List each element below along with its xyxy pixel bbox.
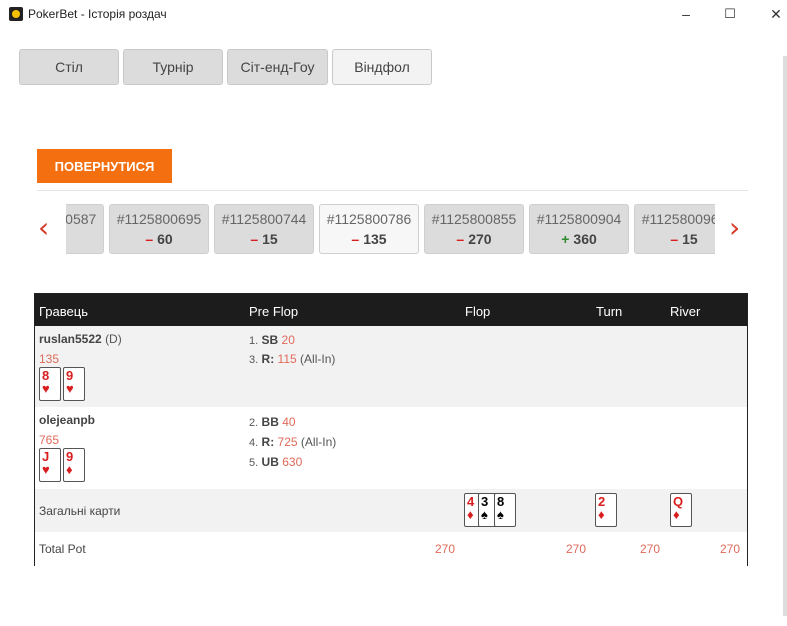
hand-id: #1125800744: [221, 211, 307, 227]
playing-card: 8 ♥: [39, 367, 61, 401]
hand-id: #1125800695: [116, 211, 202, 227]
preflop-action: 2. BB 40: [249, 415, 296, 429]
minimize-button[interactable]: –: [676, 4, 696, 24]
tab-table[interactable]: Стіл: [19, 49, 119, 85]
river-card: Q ♦: [670, 493, 692, 527]
hand-result: –15: [670, 231, 698, 247]
hand-result: +360: [561, 231, 597, 247]
playing-card: 2 ♦: [595, 493, 617, 527]
flop-cards: 4 ♦ 3 ♠ 8 ♠: [464, 493, 516, 527]
window-title: PokerBet - Історія роздач: [28, 7, 167, 21]
preflop-action: 4. R: 725 (All-In): [249, 435, 337, 449]
hand-id: #1125800961: [641, 211, 715, 227]
player-name: ruslan5522 (D): [39, 332, 122, 346]
maximize-button[interactable]: ☐: [720, 4, 740, 24]
hand-id: #1125800904: [536, 211, 622, 227]
close-button[interactable]: ✕: [766, 4, 786, 24]
tab-tournament[interactable]: Турнір: [123, 49, 223, 85]
diamond-suit-icon: ♦: [467, 507, 474, 522]
community-cards-label: Загальні карти: [39, 504, 121, 518]
title-bar: PokerBet - Історія роздач – ☐ ✕: [0, 0, 787, 28]
divider: [37, 190, 748, 191]
preflop-action: 1. SB 20: [249, 333, 295, 347]
spade-suit-icon: ♠: [497, 507, 504, 522]
preflop-action: 3. R: 115 (All-In): [249, 352, 336, 366]
pot-preflop: 270: [435, 542, 456, 556]
hand-id: #1125800587: [66, 211, 97, 227]
hand-carousel: #11258005870 #1125800695 –60 #1125800744 –15…: [66, 204, 715, 254]
game-type-tabs: Стіл Турнір Сіт-енд-Гоу Віндфол: [19, 49, 432, 85]
heart-suit-icon: ♥: [42, 462, 50, 477]
header-flop: Flop: [465, 304, 491, 319]
hole-cards: 8 ♥ 9 ♥: [39, 367, 85, 401]
community-cards-row: Загальні карти 4 ♦ 3 ♠ 8 ♠ 2 ♦ Q ♦: [35, 489, 747, 532]
hand-result: –270: [456, 231, 492, 247]
header-player: Гравець: [39, 304, 88, 319]
playing-card: 9 ♥: [63, 367, 85, 401]
prev-arrow-icon[interactable]: ‹: [38, 214, 49, 242]
tab-windfall[interactable]: Віндфол: [332, 49, 432, 85]
app-logo-icon: [9, 7, 23, 21]
header-river: River: [670, 304, 701, 319]
header-preflop: Pre Flop: [249, 304, 299, 319]
diamond-suit-icon: ♦: [673, 507, 680, 522]
table-header: Гравець Pre Flop Flop Turn River: [35, 294, 747, 326]
player-name: olejeanpb: [39, 413, 96, 427]
spade-suit-icon: ♠: [481, 507, 488, 522]
pot-river: 270: [720, 542, 741, 556]
hand-id: #1125800786: [326, 211, 412, 227]
playing-card: 9 ♦: [63, 448, 85, 482]
hand-card[interactable]: #1125800961 –15: [634, 204, 715, 254]
preflop-action: 5. UB 630: [249, 455, 303, 469]
tab-sit-and-go[interactable]: Сіт-енд-Гоу: [227, 49, 328, 85]
diamond-suit-icon: ♦: [66, 462, 73, 477]
hand-card[interactable]: #1125800855 –270: [424, 204, 524, 254]
total-pot-row: Total Pot 270 270 270 270: [35, 532, 747, 566]
back-button[interactable]: ПОВЕРНУТИСЯ: [37, 149, 172, 183]
hand-result: –135: [351, 231, 387, 247]
hand-history-table: Гравець Pre Flop Flop Turn River ruslan5…: [34, 293, 748, 566]
scrollbar-thumb[interactable]: [783, 56, 787, 616]
playing-card: J ♥: [39, 448, 61, 482]
scrollbar[interactable]: [781, 28, 787, 626]
playing-card: Q ♦: [670, 493, 692, 527]
player-stack: 135: [39, 352, 60, 366]
header-turn: Turn: [596, 304, 623, 319]
heart-suit-icon: ♥: [66, 381, 74, 396]
dealer-badge: (D): [105, 332, 122, 346]
hand-result: –60: [145, 231, 173, 247]
hand-card[interactable]: #1125800695 –60: [109, 204, 209, 254]
playing-card: 8 ♠: [494, 493, 516, 527]
hand-card[interactable]: #1125800786 –135: [319, 204, 419, 254]
player-row: ruslan5522 (D) 135 8 ♥ 9 ♥ 1. SB 20 3. R: …: [35, 326, 747, 407]
total-pot-label: Total Pot: [39, 542, 86, 556]
hand-id: #1125800855: [431, 211, 517, 227]
hand-card[interactable]: #1125800904 +360: [529, 204, 629, 254]
player-stack: 765: [39, 433, 60, 447]
heart-suit-icon: ♥: [42, 381, 50, 396]
pot-flop: 270: [566, 542, 587, 556]
hand-card[interactable]: #11258005870: [66, 204, 104, 254]
turn-card: 2 ♦: [595, 493, 617, 527]
hole-cards: J ♥ 9 ♦: [39, 448, 85, 482]
hand-list: #11258005870 #1125800695 –60 #1125800744 –15…: [66, 204, 715, 254]
player-row: olejeanpb 765 J ♥ 9 ♦ 2. BB 40 4. R: 725 (…: [35, 407, 747, 489]
next-arrow-icon[interactable]: ›: [729, 214, 740, 242]
hand-result: –15: [250, 231, 278, 247]
diamond-suit-icon: ♦: [598, 507, 605, 522]
hand-card[interactable]: #1125800744 –15: [214, 204, 314, 254]
pot-turn: 270: [640, 542, 661, 556]
